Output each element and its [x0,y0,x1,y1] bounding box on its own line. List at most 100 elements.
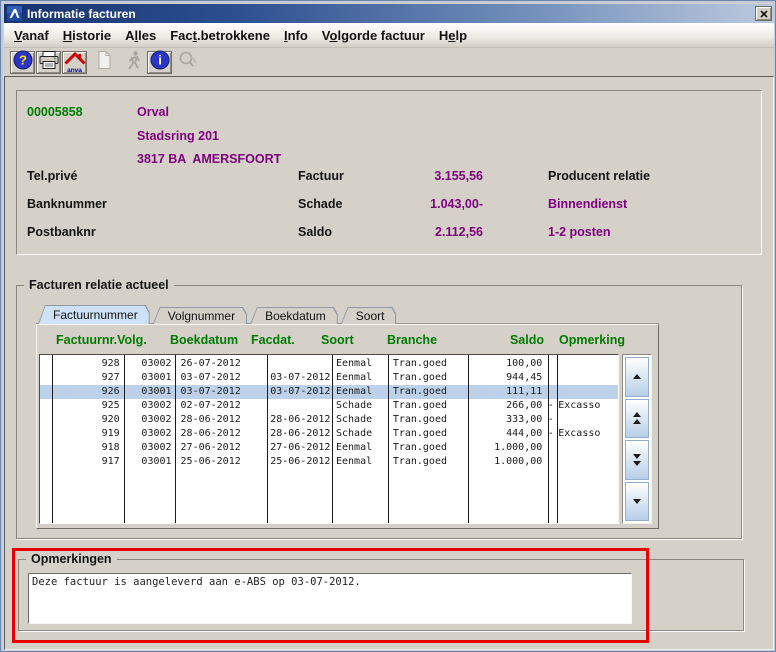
cell: 03-07-2012 [180,372,241,383]
cell: 02-07-2012 [180,400,241,411]
run-icon [122,49,146,76]
menu-item-volgorde-factuur[interactable]: Volgorde factuur [315,26,432,45]
cell: 928 [101,358,120,369]
tab-soort[interactable]: Soort [341,307,397,324]
scroll-down-double-icon [633,460,641,466]
table-row[interactable]: 919 03002 28-06-2012 28-06-2012 Schade Tran.g… [40,427,618,441]
search-button [175,51,200,74]
grid-line [548,355,549,523]
cell: 1.000,00 [494,442,543,453]
scroll-strip [622,354,652,524]
cell [40,357,52,371]
cell [555,371,618,385]
cell: 444,00 [506,428,543,439]
value-factuur: 3.155,56 [434,169,483,183]
label-factuur: Factuur [298,169,344,183]
table-row[interactable]: 928 03002 26-07-2012 Eenmal Tran.goed 100,00 [40,357,618,371]
help-button[interactable]: ? [10,49,35,76]
cell: 100,00 [506,358,543,369]
table-row[interactable]: 925 03002 02-07-2012 Schade Tran.goed 266,00-… [40,399,618,413]
posten-label: 1-2 posten [548,225,611,239]
new-document-button [91,51,116,74]
cell: Eenmal [336,456,373,467]
cell: Eenmal [336,386,373,397]
cell: 27-06-2012 [270,442,331,453]
tab-factuurnummer[interactable]: Factuurnummer [38,305,150,324]
close-icon [759,9,768,18]
cell: 03001 [141,456,172,467]
table-row[interactable]: 918 03002 27-06-2012 27-06-2012 Eenmal Tran.g… [40,441,618,455]
tab-volgnummer[interactable]: Volgnummer [153,307,247,324]
cell [555,385,618,399]
table-row[interactable]: 917 03001 25-06-2012 25-06-2012 Eenmal Tran.g… [40,455,618,469]
anva-home-button[interactable]: anva [62,51,87,74]
cell: 25-06-2012 [180,456,241,467]
table-row[interactable]: 927 03001 03-07-2012 03-07-2012 Eenmal Tran.g… [40,371,618,385]
cell: Eenmal [336,358,373,369]
column-header-boekdatum: Boekdatum [170,333,239,347]
scroll-up-button[interactable] [625,357,649,397]
scroll-up-double-button[interactable] [625,398,649,438]
cell: Excasso [558,400,601,411]
menu-item-historie[interactable]: Historie [56,26,118,45]
relation-city: 3817 BA AMERSFOORT [137,152,282,166]
remarks-group-title: Opmerkingen [26,552,117,566]
cell: Tran.goed [392,414,447,425]
scroll-up-double-icon [633,419,641,425]
cell: 111,11 [506,386,543,397]
relation-number: 00005858 [27,105,83,119]
search-icon [176,49,200,76]
cell: 925 [101,400,120,411]
info-button[interactable]: i [147,49,172,76]
menu-item-vanaf[interactable]: Vanaf [7,26,56,45]
print-icon [37,49,61,76]
table-row[interactable]: 926 03001 03-07-2012 03-07-2012 Eenmal Tran.g… [40,385,618,399]
cell: Tran.goed [392,372,447,383]
menu-bar: Vanaf Historie Alles Fact.betrokkene Info Vol… [4,23,774,48]
tab-strip: Factuurnummer Volgnummer Boekdatum Soort [38,305,399,324]
cell [266,357,331,371]
cell: 26-07-2012 [180,358,241,369]
menu-item-fact-betrokkene[interactable]: Fact.betrokkene [163,26,277,45]
help-icon: ? [11,49,35,76]
scroll-down-double-icon [633,453,641,459]
svg-text:?: ? [19,53,27,68]
cell [555,357,618,371]
menu-item-info[interactable]: Info [277,26,315,45]
column-header-factuurnr-volg: Factuurnr.Volg. [56,333,147,347]
grid-line [124,355,125,523]
cell [40,385,52,399]
remarks-textarea[interactable]: Deze factuur is aangeleverd aan e-ABS op… [28,573,632,624]
menu-item-help[interactable]: Help [432,26,474,45]
cell: Schade [336,400,373,411]
grid-line [52,355,53,523]
grid-line [175,355,176,523]
cell: Schade [336,428,373,439]
cell [266,399,331,413]
label-banknummer: Banknummer [27,197,107,211]
tab-boekdatum[interactable]: Boekdatum [250,307,338,324]
binnendienst-label: Binnendienst [548,197,628,211]
cell: 03001 [141,386,172,397]
cell: 03002 [141,358,172,369]
menu-item-alles[interactable]: Alles [118,26,163,45]
cell: Eenmal [336,442,373,453]
scroll-down-button[interactable] [625,481,649,521]
cell: 333,00 [506,414,543,425]
table-row[interactable]: 920 03002 28-06-2012 28-06-2012 Schade Tran.g… [40,413,618,427]
cell [555,441,618,455]
cell: 03-07-2012 [270,372,331,383]
invoices-table: 928 03002 26-07-2012 Eenmal Tran.goed 100,00 9… [39,354,619,524]
close-button[interactable] [755,6,772,21]
info-icon: i [148,49,172,76]
scroll-up-double-icon [633,412,641,418]
cell: Tran.goed [392,442,447,453]
print-button[interactable] [36,51,61,74]
toolbar-button-label: anva [67,66,82,74]
cell: Tran.goed [392,400,447,411]
grid-line [332,355,333,523]
scroll-down-double-button[interactable] [625,440,649,480]
relation-info-panel: 00005858 Orval Stadsring 201 3817 BA AME… [16,90,762,255]
cell: 944,45 [506,372,543,383]
cell: Tran.goed [392,358,447,369]
